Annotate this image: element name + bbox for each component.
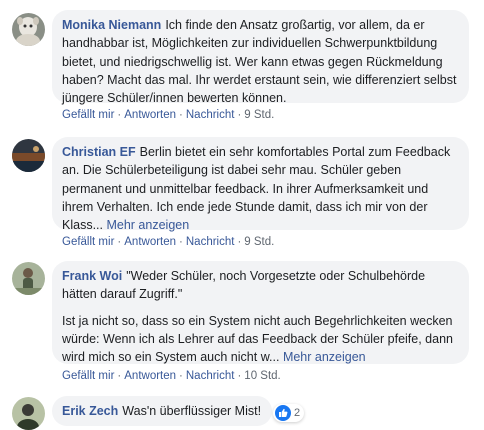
message-link[interactable]: Nachricht: [186, 109, 235, 121]
comment-bubble: Frank Woi "Weder Schüler, noch Vorgesetzt…: [52, 261, 469, 364]
dot-separator-icon: ·: [117, 109, 122, 121]
comment-actions: Gefällt mir · Antworten · Nachricht · 10 Std.: [62, 370, 281, 382]
timestamp[interactable]: 9 Std.: [244, 236, 274, 248]
reaction-number: 2: [294, 407, 301, 419]
comment-text: Was'n überflüssiger Mist!: [122, 404, 262, 418]
avatar-erik[interactable]: [12, 397, 45, 430]
comment-bubble: Monika Niemann Ich finde den Ansatz großa…: [52, 10, 469, 105]
comment-author[interactable]: Monika Niemann: [62, 18, 161, 32]
dot-separator-icon: ·: [237, 109, 242, 121]
like-link[interactable]: Gefällt mir: [62, 109, 114, 121]
thumbs-up-icon: [275, 405, 291, 421]
message-link[interactable]: Nachricht: [186, 370, 235, 382]
comment-author[interactable]: Erik Zech: [62, 404, 118, 418]
timestamp[interactable]: 10 Std.: [244, 370, 280, 382]
comment-author[interactable]: Christian EF: [62, 145, 136, 159]
message-link[interactable]: Nachricht: [186, 236, 235, 248]
dot-separator-icon: ·: [179, 236, 183, 248]
dot-separator-icon: ·: [179, 370, 183, 382]
timestamp[interactable]: 9 Std.: [244, 109, 274, 121]
comment-actions: Gefällt mir · Antworten · Nachricht · 9 Std.: [62, 109, 274, 121]
avatar-monika[interactable]: [12, 13, 45, 46]
dot-separator-icon: ·: [117, 370, 122, 382]
comment-actions: Gefällt mir · Antworten · Nachricht · 9 Std.: [62, 236, 274, 248]
like-link[interactable]: Gefällt mir: [62, 370, 114, 382]
comment-text-paragraph: Ist ja nicht so, dass so ein System nich…: [62, 313, 453, 365]
reaction-count[interactable]: 2: [273, 404, 305, 422]
avatar-christian[interactable]: [12, 139, 45, 172]
dot-separator-icon: ·: [179, 109, 183, 121]
show-more-link[interactable]: Mehr anzeigen: [106, 218, 189, 232]
avatar-frank[interactable]: [12, 262, 45, 295]
dot-separator-icon: ·: [237, 236, 242, 248]
dot-separator-icon: ·: [237, 370, 242, 382]
reply-link[interactable]: Antworten: [124, 370, 176, 382]
reply-link[interactable]: Antworten: [124, 236, 176, 248]
show-more-link[interactable]: Mehr anzeigen: [283, 350, 366, 364]
like-link[interactable]: Gefällt mir: [62, 236, 114, 248]
comment-bubble: Erik Zech Was'n überflüssiger Mist!: [52, 396, 272, 426]
reply-link[interactable]: Antworten: [124, 109, 176, 121]
dot-separator-icon: ·: [117, 236, 122, 248]
comment-author[interactable]: Frank Woi: [62, 269, 122, 283]
comment-bubble: Christian EF Berlin bietet ein sehr komfo…: [52, 137, 469, 232]
